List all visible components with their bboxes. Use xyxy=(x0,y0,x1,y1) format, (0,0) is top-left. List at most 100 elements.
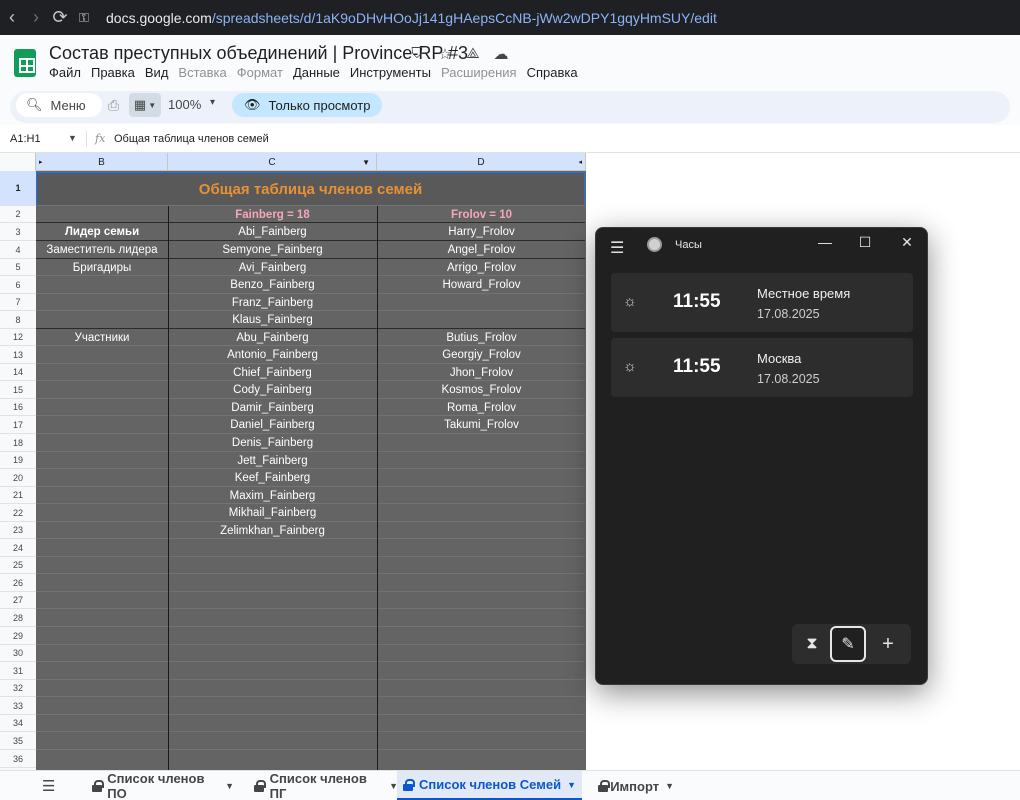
member-cell[interactable]: Klaus_Fainberg xyxy=(168,311,377,329)
chevron-down-icon[interactable]: ▼ xyxy=(665,781,674,791)
row-header[interactable]: 32 xyxy=(0,680,36,697)
move-to-drive-icon[interactable]: ⟁ xyxy=(464,45,482,63)
sheet-tab[interactable]: Список членов ПО ▼ xyxy=(86,771,234,800)
member-cell[interactable]: Mikhail_Fainberg xyxy=(168,504,377,522)
member-cell[interactable]: Kosmos_Frolov xyxy=(377,381,586,399)
member-cell[interactable]: Antonio_Fainberg xyxy=(168,346,377,364)
row-header[interactable]: 14 xyxy=(0,364,36,381)
forward-icon[interactable]: › xyxy=(24,0,48,35)
chevron-down-icon[interactable]: ▼ xyxy=(567,780,576,790)
row-header[interactable]: 5 xyxy=(0,259,36,276)
menu-item[interactable]: Справка xyxy=(527,65,578,80)
member-cell[interactable]: Keef_Fainberg xyxy=(168,469,377,487)
member-cell[interactable]: Semyone_Fainberg xyxy=(168,241,377,259)
member-cell[interactable]: Denis_Fainberg xyxy=(168,434,377,452)
filter-chevron-icon[interactable]: ▼ xyxy=(362,158,370,167)
sheet-title-cell[interactable]: Общая таблица членов семей xyxy=(36,172,585,206)
address-bar[interactable]: docs.google.com/spreadsheets/d/1aK9oDHvH… xyxy=(106,10,717,26)
row-header[interactable]: 19 xyxy=(0,452,36,469)
role-label[interactable]: Лидер семьи xyxy=(36,223,168,241)
row-header[interactable]: 33 xyxy=(0,697,36,715)
member-cell[interactable]: Avi_Fainberg xyxy=(168,259,377,276)
row-header[interactable]: 22 xyxy=(0,504,36,522)
row-header[interactable]: 21 xyxy=(0,487,36,504)
row-header[interactable]: 28 xyxy=(0,609,36,627)
chevron-down-icon[interactable]: ▼ xyxy=(225,781,234,791)
row-header[interactable]: 6 xyxy=(0,276,36,294)
row-header[interactable]: 24 xyxy=(0,539,36,557)
family-header-fainberg[interactable]: Fainberg = 18 xyxy=(168,206,377,223)
sheet-tab[interactable]: Список членов ПГ ▼ xyxy=(248,771,398,800)
row-header[interactable]: 20 xyxy=(0,469,36,487)
member-cell[interactable]: Jhon_Frolov xyxy=(377,364,586,381)
spreadsheet-grid[interactable]: ▸ B C ▼ D ◂ 1 2 3 4 5 6 7 8 12 13 14 15 16 17 18 19 20 21 22 2… xyxy=(0,153,586,770)
clock-card[interactable]: ☼ 11:55 Москва 17.08.2025 xyxy=(611,338,913,397)
name-box-chevron-icon[interactable]: ▼ xyxy=(68,133,77,143)
role-label[interactable]: Участники xyxy=(36,329,168,346)
member-cell[interactable]: Zelimkhan_Fainberg xyxy=(168,522,377,539)
member-cell[interactable]: Arrigo_Frolov xyxy=(377,259,586,276)
row-header[interactable]: 7 xyxy=(0,294,36,311)
menu-item[interactable]: Инструменты xyxy=(350,65,431,80)
print-icon[interactable]: ⎙ xyxy=(108,97,119,114)
row-header[interactable]: 23 xyxy=(0,522,36,539)
member-cell[interactable]: Daniel_Fainberg xyxy=(168,416,377,434)
sheet-tab[interactable]: Список членов Семей ▼ xyxy=(397,771,582,800)
menu-item[interactable]: Вид xyxy=(145,65,169,80)
row-header[interactable]: 13 xyxy=(0,346,36,364)
site-info-icon[interactable]: ⚿ xyxy=(72,0,96,35)
member-cell[interactable]: Harry_Frolov xyxy=(377,223,586,241)
menu-item[interactable]: Правка xyxy=(91,65,135,80)
member-cell[interactable]: Howard_Frolov xyxy=(377,276,586,294)
cloud-status-icon[interactable]: ☁ xyxy=(492,45,510,63)
add-icon[interactable]: + xyxy=(870,626,906,662)
row-header[interactable]: 1 xyxy=(0,171,36,206)
role-label[interactable]: Бригадиры xyxy=(36,259,168,276)
row-header[interactable]: 15 xyxy=(0,381,36,399)
member-cell[interactable]: Abu_Fainberg xyxy=(168,329,377,346)
all-sheets-icon[interactable]: ☰ xyxy=(42,777,55,795)
member-cell[interactable]: Butius_Frolov xyxy=(377,329,586,346)
row-header[interactable]: 18 xyxy=(0,434,36,452)
row-header[interactable]: 8 xyxy=(0,311,36,329)
menu-item[interactable]: Формат xyxy=(237,65,283,80)
row-header[interactable]: 34 xyxy=(0,715,36,732)
sheet-view-button[interactable]: ▦ ▼ xyxy=(129,93,161,117)
member-cell[interactable]: Cody_Fainberg xyxy=(168,381,377,399)
row-header[interactable]: 27 xyxy=(0,592,36,609)
back-icon[interactable]: ‹ xyxy=(0,0,24,35)
row-header[interactable]: 35 xyxy=(0,732,36,750)
row-header[interactable]: 12 xyxy=(0,329,36,346)
column-header-c[interactable]: C ▼ xyxy=(168,153,377,171)
menu-item[interactable]: Данные xyxy=(293,65,340,80)
row-header[interactable]: 30 xyxy=(0,645,36,662)
row-header[interactable]: 2 xyxy=(0,206,36,223)
menu-item[interactable]: Расширения xyxy=(441,65,517,80)
clock-card[interactable]: ☼ 11:55 Местное время 17.08.2025 xyxy=(611,273,913,332)
row-header[interactable]: 16 xyxy=(0,399,36,416)
hamburger-menu-icon[interactable]: ☰ xyxy=(610,238,624,258)
member-cell[interactable]: Franz_Fainberg xyxy=(168,294,377,311)
reload-icon[interactable]: ⟳ xyxy=(48,0,72,35)
edit-pencil-icon[interactable]: ✎ xyxy=(830,626,866,662)
member-cell[interactable]: Takumi_Frolov xyxy=(377,416,586,434)
row-header[interactable]: 29 xyxy=(0,627,36,645)
row-header[interactable]: 36 xyxy=(0,750,36,768)
column-header-b[interactable]: ▸ B xyxy=(36,153,168,171)
member-cell[interactable]: Jett_Fainberg xyxy=(168,452,377,469)
sheet-tab[interactable]: Импорт ▼ xyxy=(592,771,674,800)
compare-time-zones-icon[interactable]: ⧗ xyxy=(794,626,830,662)
close-icon[interactable]: ✕ xyxy=(897,234,917,251)
member-cell[interactable]: Georgiy_Frolov xyxy=(377,346,586,364)
member-cell[interactable]: Chief_Fainberg xyxy=(168,364,377,381)
search-menus-button[interactable]: 🔍︎ Меню xyxy=(16,93,102,117)
star-icon[interactable]: ☆ xyxy=(436,45,454,63)
formula-input[interactable]: Общая таблица членов семей xyxy=(114,133,269,145)
member-cell[interactable]: Roma_Frolov xyxy=(377,399,586,416)
row-header[interactable]: 3 xyxy=(0,223,36,241)
shield-icon[interactable]: ⛉ xyxy=(408,45,426,63)
menu-item[interactable]: Вставка xyxy=(178,65,226,80)
member-cell[interactable]: Abi_Fainberg xyxy=(168,223,377,241)
row-header[interactable]: 4 xyxy=(0,241,36,259)
zoom-chevron-icon[interactable]: ▾ xyxy=(210,97,215,108)
